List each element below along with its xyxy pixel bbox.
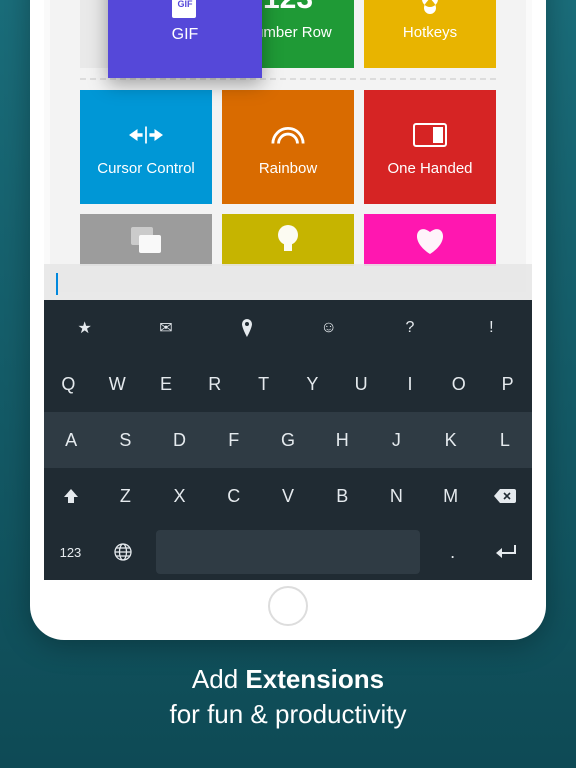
tile-tips[interactable] (222, 214, 354, 266)
kbd-mail-icon[interactable]: ✉ (125, 300, 206, 356)
key-i[interactable]: I (386, 356, 435, 412)
key-o[interactable]: O (434, 356, 483, 412)
kbd-question[interactable]: ? (369, 300, 450, 356)
kbd-exclaim[interactable]: ! (451, 300, 532, 356)
key-s[interactable]: S (98, 412, 152, 468)
key-k[interactable]: K (424, 412, 478, 468)
key-globe[interactable] (97, 524, 150, 580)
keyboard-row-qwerty: Q W E R T Y U I O P (44, 356, 532, 412)
key-x[interactable]: X (152, 468, 206, 524)
key-123[interactable]: 123 (44, 524, 97, 580)
tile-gif-dragging[interactable]: GIF GIF (108, 0, 262, 78)
key-period[interactable]: . (426, 524, 479, 580)
gif-file-icon: GIF (172, 0, 198, 18)
key-q[interactable]: Q (44, 356, 93, 412)
key-f[interactable]: F (207, 412, 261, 468)
tile-favorites[interactable] (364, 214, 496, 266)
cursor-arrows-icon (129, 118, 163, 152)
kbd-pin-icon[interactable] (207, 300, 288, 356)
key-u[interactable]: U (337, 356, 386, 412)
keyboard-row-space: 123 . (44, 524, 532, 580)
key-c[interactable]: C (207, 468, 261, 524)
text-cursor (56, 273, 58, 295)
key-a[interactable]: A (44, 412, 98, 468)
bulb-icon (271, 223, 305, 257)
stack-icon (129, 223, 163, 257)
key-r[interactable]: R (190, 356, 239, 412)
kbd-star-icon[interactable]: ★ (44, 300, 125, 356)
key-j[interactable]: J (369, 412, 423, 468)
tile-row-2: Cursor Control Rainbow One Handed (80, 90, 496, 204)
tile-shortcuts[interactable] (80, 214, 212, 266)
tile-label: GIF (172, 26, 199, 44)
key-m[interactable]: M (424, 468, 478, 524)
svg-text:GIF: GIF (178, 0, 194, 9)
key-g[interactable]: G (261, 412, 315, 468)
tile-label: Hotkeys (403, 24, 457, 41)
key-e[interactable]: E (142, 356, 191, 412)
key-z[interactable]: Z (98, 468, 152, 524)
home-button[interactable] (268, 586, 308, 626)
key-l[interactable]: L (478, 412, 532, 468)
tile-cursor-control[interactable]: Cursor Control (80, 90, 212, 204)
divider-dashed (80, 78, 496, 80)
keyboard-row-home: A S D F G H J K L (44, 412, 532, 468)
marketing-caption: Add Extensions for fun & productivity (0, 662, 576, 732)
tile-label: Rainbow (259, 160, 317, 177)
keyboard: ★ ✉ ☺ ? ! Q W E R T Y U I O P A S (44, 300, 532, 580)
tile-label: Cursor Control (97, 160, 195, 177)
key-v[interactable]: V (261, 468, 315, 524)
tile-label: One Handed (387, 160, 472, 177)
key-enter[interactable] (479, 524, 532, 580)
tile-one-handed[interactable]: One Handed (364, 90, 496, 204)
screen: 123 Number Row Hotkeys (44, 0, 532, 580)
number-123-label: 123 (263, 0, 313, 16)
tile-row-3 (80, 214, 496, 266)
rainbow-icon (271, 118, 305, 152)
tablet-frame: 123 Number Row Hotkeys (30, 0, 546, 640)
heart-icon (413, 223, 447, 257)
dock-right-icon (413, 118, 447, 152)
key-w[interactable]: W (93, 356, 142, 412)
key-backspace[interactable] (478, 468, 532, 524)
extensions-panel: 123 Number Row Hotkeys (50, 0, 526, 292)
kbd-smile-icon[interactable]: ☺ (288, 300, 369, 356)
flame-icon (413, 0, 447, 16)
key-p[interactable]: P (483, 356, 532, 412)
key-h[interactable]: H (315, 412, 369, 468)
key-n[interactable]: N (369, 468, 423, 524)
key-space[interactable] (156, 530, 420, 574)
tile-hotkeys[interactable]: Hotkeys (364, 0, 496, 68)
key-d[interactable]: D (152, 412, 206, 468)
key-b[interactable]: B (315, 468, 369, 524)
key-shift[interactable] (44, 468, 98, 524)
key-t[interactable]: T (239, 356, 288, 412)
keyboard-shortcut-row: ★ ✉ ☺ ? ! (44, 300, 532, 356)
text-input-strip[interactable] (44, 264, 532, 304)
keyboard-row-bottom: Z X C V B N M (44, 468, 532, 524)
tile-rainbow[interactable]: Rainbow (222, 90, 354, 204)
key-y[interactable]: Y (288, 356, 337, 412)
